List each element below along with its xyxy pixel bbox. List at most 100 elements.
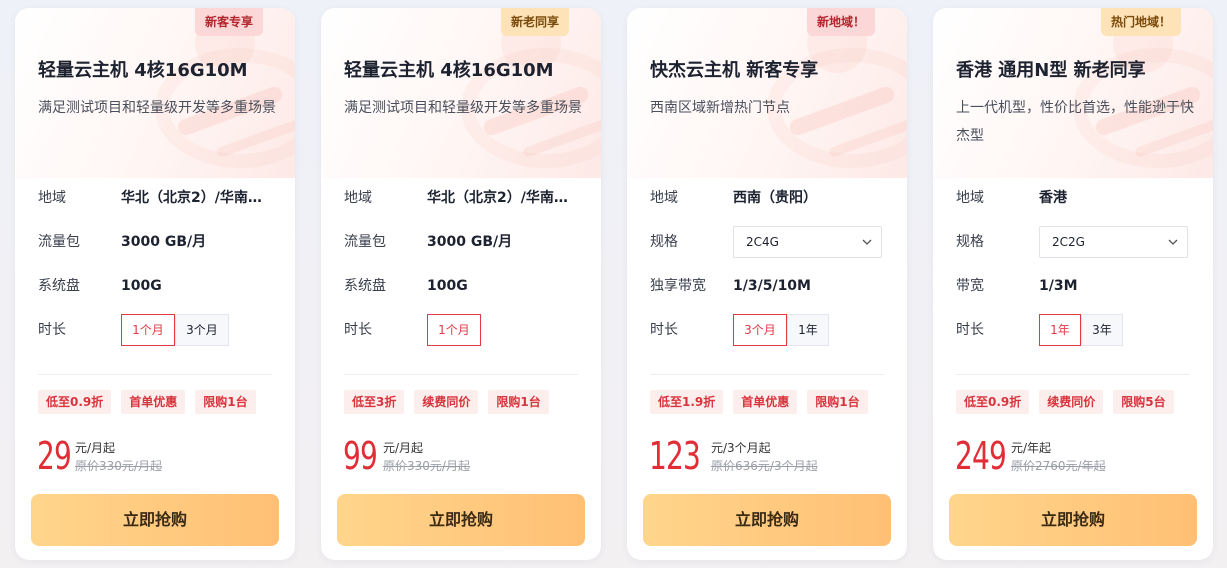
spec-value: 3000 GB/月: [121, 234, 207, 250]
promo-tag: 限购1台: [488, 390, 549, 414]
duration-options: 1个月 3个月: [121, 314, 229, 346]
spec-row-bandwidth: 带宽 1/3M: [956, 270, 1196, 302]
chevron-down-icon: [1168, 239, 1178, 245]
price-unit: 元/月起: [383, 441, 424, 455]
duration-option[interactable]: 3个月: [175, 314, 229, 346]
spec-value: 100G: [427, 278, 468, 294]
divider: [38, 374, 272, 375]
card-description: 满足测试项目和轻量级开发等多重场景: [344, 100, 582, 116]
price-unit: 元/月起: [75, 441, 116, 455]
product-card-3: 新地域！ 快杰云主机 新客专享 西南区域新增热门节点 地域 西南（贵阳） 规格 …: [627, 8, 907, 560]
spec-label: 地域: [650, 190, 678, 206]
spec-label: 地域: [344, 190, 372, 206]
original-price: 原价2760元/年起: [1011, 459, 1106, 473]
spec-label: 规格: [956, 234, 984, 250]
spec-label: 系统盘: [38, 278, 80, 294]
spec-row-region: 地域 香港: [956, 182, 1196, 214]
chevron-down-icon: [862, 239, 872, 245]
promo-tags: 低至0.9折 首单优惠 限购1台: [38, 390, 256, 414]
spec-label: 独享带宽: [650, 278, 706, 294]
original-price: 原价636元/3个月起: [711, 459, 818, 473]
spec-row-spec: 规格 2C4G: [650, 226, 890, 258]
buy-now-button[interactable]: 立即抢购: [337, 494, 585, 546]
promo-tag: 限购1台: [195, 390, 256, 414]
original-price: 原价330元/月起: [383, 459, 470, 473]
buy-now-button[interactable]: 立即抢购: [31, 494, 279, 546]
promo-tags: 低至3折 续费同价 限购1台: [344, 390, 549, 414]
promo-tag: 首单优惠: [121, 390, 186, 414]
price-unit: 元/3个月起: [711, 441, 771, 455]
spec-label: 流量包: [344, 234, 386, 250]
product-card-4: 热门地域！ 香港 通用N型 新老同享 上一代机型，性价比首选，性能逊于快杰型 地…: [933, 8, 1213, 560]
product-card-2: 新老同享 轻量云主机 4核16G10M 满足测试项目和轻量级开发等多重场景 地域…: [321, 8, 601, 560]
spec-label: 规格: [650, 234, 678, 250]
spec-value: 3000 GB/月: [427, 234, 513, 250]
duration-option-selected[interactable]: 1个月: [121, 314, 175, 346]
product-card-1: 新客专享 轻量云主机 4核16G10M 满足测试项目和轻量级开发等多重场景 地域…: [15, 8, 295, 560]
divider: [344, 374, 578, 375]
divider: [650, 374, 884, 375]
promo-badge: 新客专享: [194, 8, 263, 36]
spec-row-disk: 系统盘 100G: [344, 270, 584, 302]
spec-row-region: 地域 西南（贵阳）: [650, 182, 890, 214]
spec-label: 时长: [38, 322, 66, 338]
duration-option-selected[interactable]: 3个月: [733, 314, 787, 346]
divider: [956, 374, 1190, 375]
promo-badge: 新地域！: [806, 8, 875, 36]
spec-row-duration: 时长 1年 3年: [956, 314, 1196, 346]
promo-tag: 首单优惠: [733, 390, 798, 414]
duration-option[interactable]: 1年: [787, 314, 829, 346]
spec-select-value: 2C2G: [1052, 235, 1085, 249]
duration-option-selected[interactable]: 1个月: [427, 314, 481, 346]
spec-label: 时长: [344, 322, 372, 338]
price-amount: 99: [343, 434, 378, 478]
promo-tag: 低至1.9折: [650, 390, 724, 414]
duration-option[interactable]: 3年: [1081, 314, 1123, 346]
promo-tag: 低至0.9折: [38, 390, 112, 414]
price-unit: 元/年起: [1011, 441, 1052, 455]
spec-row-bandwidth: 独享带宽 1/3/5/10M: [650, 270, 890, 302]
card-description: 满足测试项目和轻量级开发等多重场景: [38, 100, 276, 116]
spec-select[interactable]: 2C2G: [1039, 226, 1188, 258]
spec-row-duration: 时长 3个月 1年: [650, 314, 890, 346]
spec-label: 时长: [956, 322, 984, 338]
price-amount: 29: [37, 434, 72, 478]
spec-value: 1/3/5/10M: [733, 278, 811, 294]
card-title: 轻量云主机 4核16G10M: [344, 60, 554, 81]
promo-tag: 限购5台: [1113, 390, 1174, 414]
spec-label: 地域: [38, 190, 66, 206]
card-title: 快杰云主机 新客专享: [650, 60, 819, 81]
spec-label: 流量包: [38, 234, 80, 250]
spec-value: 华北（北京2）/华南…: [427, 190, 568, 206]
spec-value: 西南（贵阳）: [733, 190, 817, 206]
buy-now-button[interactable]: 立即抢购: [949, 494, 1197, 546]
spec-select[interactable]: 2C4G: [733, 226, 882, 258]
spec-select-value: 2C4G: [746, 235, 779, 249]
product-card-list: 新客专享 轻量云主机 4核16G10M 满足测试项目和轻量级开发等多重场景 地域…: [15, 8, 1215, 560]
spec-row-duration: 时长 1个月: [344, 314, 584, 346]
duration-option-selected[interactable]: 1年: [1039, 314, 1081, 346]
promo-badge: 热门地域！: [1100, 8, 1181, 36]
promo-tag: 限购1台: [807, 390, 868, 414]
spec-label: 时长: [650, 322, 678, 338]
price-amount: 123: [649, 434, 701, 478]
original-price: 原价330元/月起: [75, 459, 162, 473]
spec-row-region: 地域 华北（北京2）/华南…: [38, 182, 278, 214]
card-description: 上一代机型，性价比首选，性能逊于快杰型: [956, 100, 1194, 144]
duration-options: 1年 3年: [1039, 314, 1123, 346]
promo-tags: 低至1.9折 首单优惠 限购1台: [650, 390, 868, 414]
promo-tag: 续费同价: [1039, 390, 1104, 414]
spec-value: 1/3M: [1039, 278, 1078, 294]
spec-label: 带宽: [956, 278, 984, 294]
price-amount: 249: [955, 434, 1007, 478]
spec-row-region: 地域 华北（北京2）/华南…: [344, 182, 584, 214]
duration-options: 3个月 1年: [733, 314, 829, 346]
duration-options: 1个月: [427, 314, 481, 346]
promo-tag: 低至3折: [344, 390, 405, 414]
spec-row-duration: 时长 1个月 3个月: [38, 314, 278, 346]
spec-row-traffic: 流量包 3000 GB/月: [344, 226, 584, 258]
buy-now-button[interactable]: 立即抢购: [643, 494, 891, 546]
promo-tags: 低至0.9折 续费同价 限购5台: [956, 390, 1174, 414]
spec-label: 系统盘: [344, 278, 386, 294]
promo-tag: 续费同价: [414, 390, 479, 414]
